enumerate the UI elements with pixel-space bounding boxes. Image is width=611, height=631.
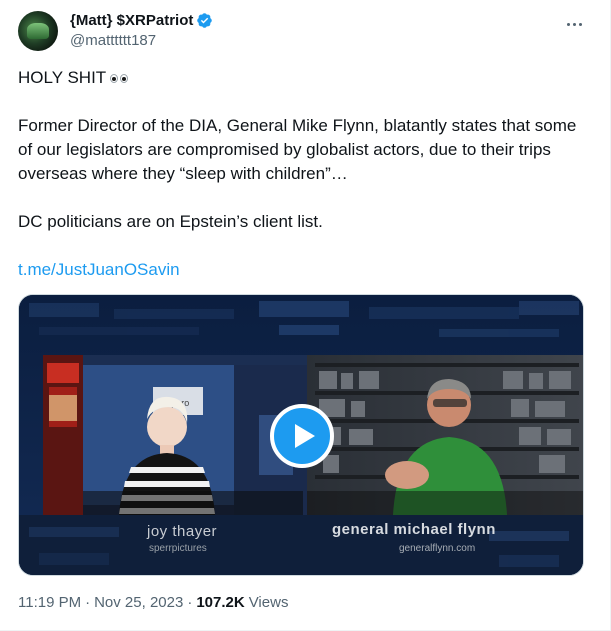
tweet-card: {Matt} $XRPatriot @matttttt187 HOLY SHIT… <box>0 0 611 631</box>
more-horizontal-icon <box>566 22 570 26</box>
meta-separator: · <box>187 594 193 611</box>
video-player[interactable]: spero <box>18 294 584 576</box>
author-handle[interactable]: @matttttt187 <box>70 32 156 49</box>
author-display-name[interactable]: {Matt} $XRPatriot <box>70 12 193 29</box>
verified-badge-icon <box>197 13 213 28</box>
eyes-emoji-icon <box>110 74 129 84</box>
video-caption-left-name: joy thayer <box>147 523 218 540</box>
tweet-meta: 11:19 PM · Nov 25, 2023 · 107.2K Views <box>18 594 288 611</box>
more-options-button[interactable] <box>564 14 584 34</box>
video-caption-right-sub: generalflynn.com <box>399 543 476 554</box>
tweet-date[interactable]: Nov 25, 2023 <box>94 594 183 611</box>
views-count: 107.2K <box>196 594 245 611</box>
tweet-text-line1: HOLY SHIT <box>18 66 588 90</box>
video-caption-right-name: general michael flynn <box>332 521 496 538</box>
tweet-text-paragraph: Former Director of the DIA, General Mike… <box>18 116 577 183</box>
play-button[interactable] <box>270 404 334 468</box>
views-label: Views <box>248 594 289 611</box>
meta-separator: · <box>85 594 91 611</box>
tweet-link[interactable]: t.me/JustJuanOSavin <box>18 258 180 282</box>
avatar[interactable] <box>18 11 58 51</box>
video-caption-left-sub: sperrpictures <box>149 543 207 554</box>
tweet-text-exclamation: HOLY SHIT <box>18 68 107 87</box>
author-name-row: {Matt} $XRPatriot <box>70 12 213 29</box>
tweet-text-paragraph: DC politicians are on Epstein’s client l… <box>18 212 323 231</box>
avatar-image <box>27 23 49 39</box>
tweet-time[interactable]: 11:19 PM <box>18 594 81 611</box>
